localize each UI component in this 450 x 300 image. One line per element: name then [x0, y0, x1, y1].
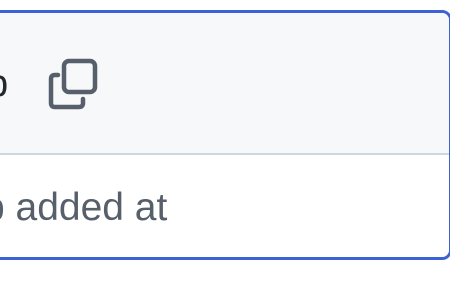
card-body: p added at [0, 155, 449, 257]
card-description: p added at [0, 186, 168, 229]
selected-card[interactable]: p p added at [0, 10, 450, 260]
viewport: p p added at [0, 0, 450, 300]
copy-icon [45, 57, 101, 113]
card-title-fragment[interactable]: p [0, 65, 8, 103]
copy-button[interactable] [43, 55, 103, 115]
card-header: p [0, 13, 449, 155]
